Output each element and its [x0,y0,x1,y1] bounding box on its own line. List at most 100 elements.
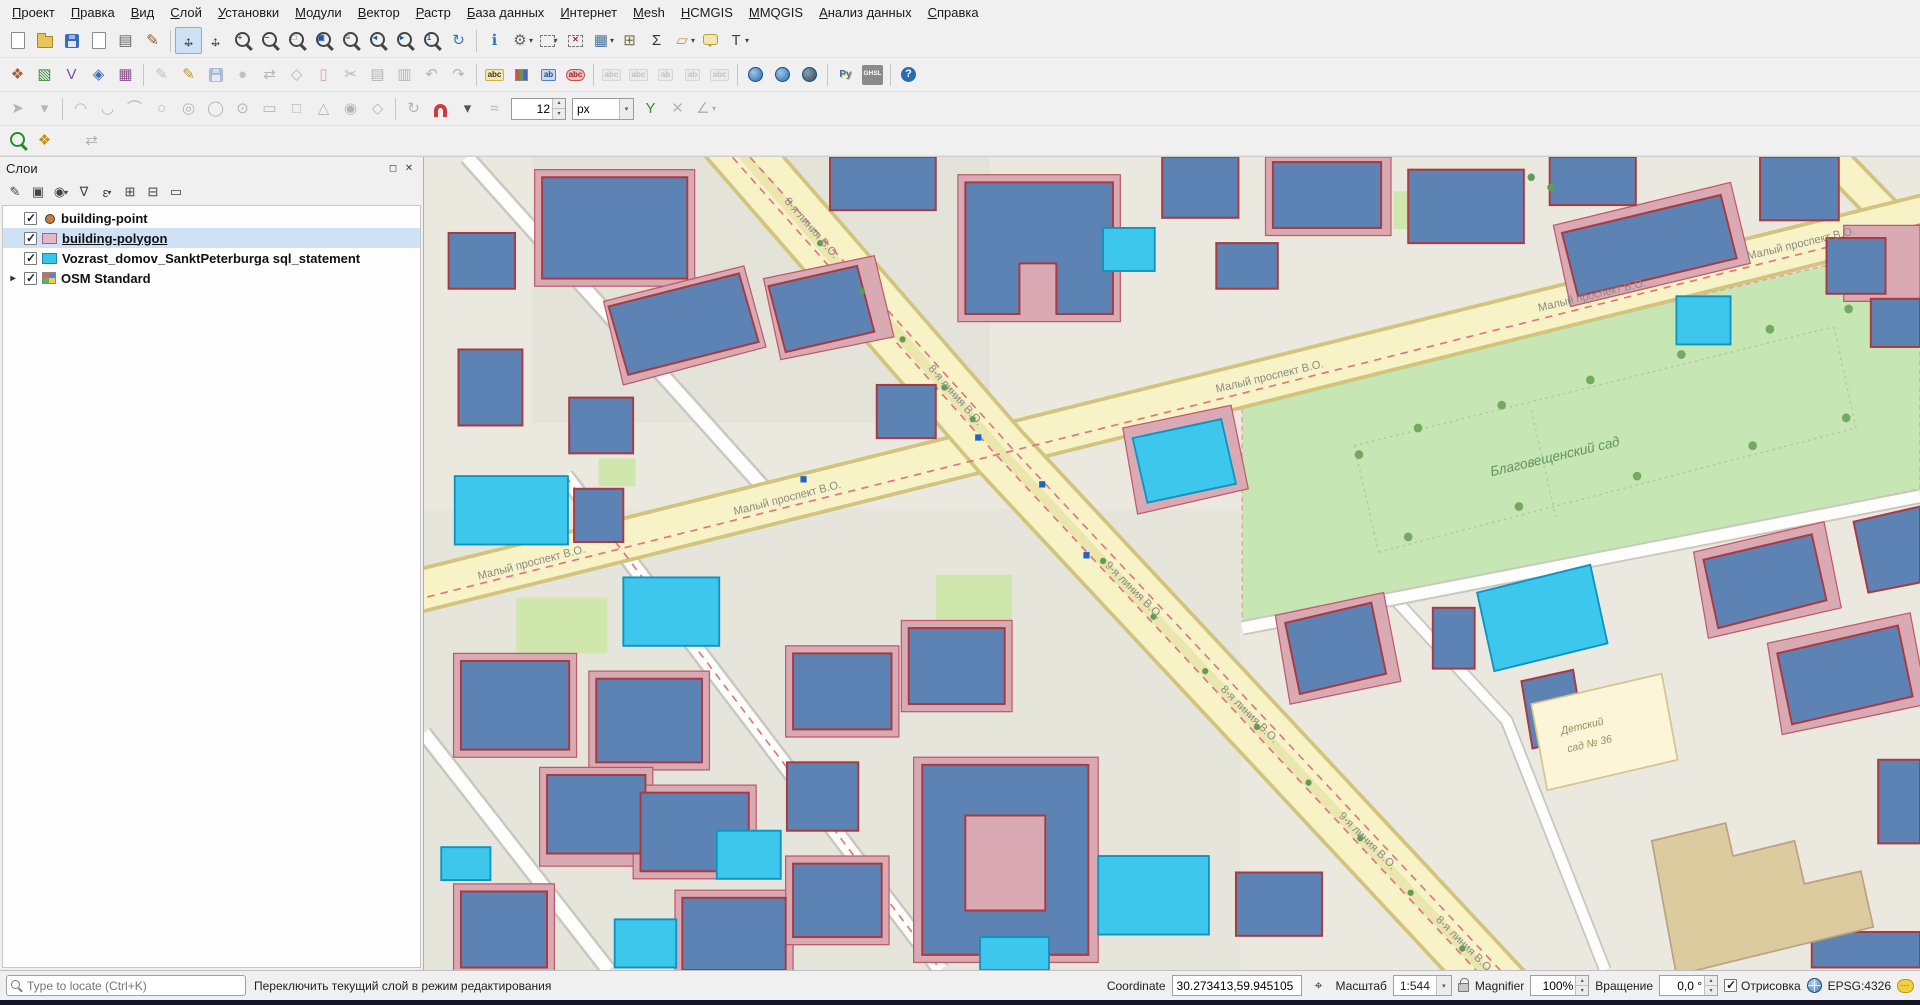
menu-database[interactable]: База данных [459,3,552,22]
layer-diagram-options-button[interactable] [508,61,535,88]
circle-3-points-button[interactable]: ◎ [175,95,202,122]
magnifier-input[interactable] [1531,976,1575,995]
current-edits-button[interactable]: ✎ [148,61,175,88]
identify-features-button[interactable]: ℹ [481,27,508,54]
layer-row-osm-standard[interactable]: ▸OSM Standard [3,268,420,288]
zoom-native-button[interactable]: 1 [418,27,445,54]
rectangle-3-points-button[interactable]: □ [283,95,310,122]
zoom-last-button[interactable]: ◂ [364,27,391,54]
menu-layer[interactable]: Слой [162,3,210,22]
field-calculator-button[interactable]: ⊞ [616,27,643,54]
open-attribute-table-button[interactable]: ▦▾ [589,27,616,54]
redo-button[interactable]: ↷ [445,61,472,88]
add-feature-button[interactable]: ● [229,61,256,88]
mmqgis-tools-button[interactable]: ❖ [31,127,58,154]
crs-label[interactable]: EPSG:4326 [1828,979,1891,993]
save-layer-edits-button[interactable] [202,61,229,88]
rotate-label-button[interactable]: ab [679,61,706,88]
new-virtual-layer-button[interactable]: ▦ [112,61,139,88]
map-canvas[interactable]: Малый проспект В.О.Малый проспект В.О.Ма… [424,157,1920,970]
map-tips-button[interactable] [697,27,724,54]
lock-icon[interactable] [1458,983,1469,992]
open-data-source-manager-button[interactable]: ❖ [4,61,31,88]
new-spatialite-layer-button[interactable]: ◈ [85,61,112,88]
delete-selected-button[interactable]: ▯ [310,61,337,88]
menu-view[interactable]: Вид [123,3,163,22]
undo-button[interactable]: ↶ [418,61,445,88]
globe-icon[interactable] [1807,978,1822,993]
help-contents-button[interactable]: ? [895,61,922,88]
extents-toggle-button[interactable]: ⌖ [1308,975,1330,997]
snapping-toggle-button[interactable] [427,95,454,122]
spin-arrows-icon[interactable]: ▴▾ [1704,976,1717,995]
cut-features-button[interactable]: ✂ [337,61,364,88]
magnifier-spin[interactable]: ▴▾ [1530,975,1589,996]
panel-close-button[interactable]: ✕ [401,160,417,176]
menu-web[interactable]: Интернет [552,3,625,22]
change-label-button[interactable]: abc [706,61,733,88]
locate-input[interactable] [27,979,241,993]
coordinate-input[interactable] [1172,975,1302,996]
layer-checkbox-osm-standard[interactable] [24,272,37,285]
pan-to-selection-button[interactable] [202,27,229,54]
circular-string-by-points-button[interactable]: ◠ [67,95,94,122]
new-print-layout-button[interactable] [85,27,112,54]
regular-polygon-button[interactable]: △ [310,95,337,122]
layer-row-vozrast-domov[interactable]: Vozrast_domov_SanktPeterburga sql_statem… [3,248,420,268]
pin-unpin-labels-button[interactable]: abc [598,61,625,88]
fill-annulus-button[interactable]: ◇ [364,95,391,122]
run-feature-action-button[interactable]: ⚙▾ [508,27,535,54]
python-console-button[interactable]: Py [832,61,859,88]
menu-help[interactable]: Справка [920,3,987,22]
spin-arrows-icon[interactable]: ▴▾ [1575,976,1588,995]
hcmgis-search-button[interactable] [4,127,31,154]
layer-checkbox-building-point[interactable] [24,212,37,225]
save-project-button[interactable] [58,27,85,54]
menu-edit[interactable]: Правка [63,3,123,22]
circular-string-by-radius-button[interactable]: ◡ [94,95,121,122]
expand-all-button[interactable]: ⊞ [119,181,141,203]
filter-legend-button[interactable]: ∇ [73,181,95,203]
layer-row-building-point[interactable]: building-point [3,208,420,228]
add-wms-service-button[interactable] [769,61,796,88]
ellipse-button[interactable]: ⊙ [229,95,256,122]
layer-row-building-polygon[interactable]: building-polygon [3,228,420,248]
snapping-options-button[interactable]: ▾ [454,95,481,122]
zoom-in-button[interactable]: + [229,27,256,54]
move-item-button[interactable]: ⇄ [78,127,105,154]
enable-tracing-button[interactable]: Y [637,95,664,122]
circle-by-center-button[interactable]: ◯ [202,95,229,122]
spin-arrows-icon[interactable]: ▴▾ [552,99,565,119]
rotation-input[interactable] [1660,976,1704,995]
messages-icon[interactable]: ⋯ [1897,979,1914,993]
paste-features-button[interactable]: ▥ [391,61,418,88]
select-features-button[interactable]: ▾ [535,27,562,54]
metasearch-button[interactable] [742,61,769,88]
statistical-summary-button[interactable]: Σ [643,27,670,54]
layer-checkbox-vozrast-domov[interactable] [24,252,37,265]
menu-mmqgis[interactable]: MMQGIS [741,3,811,22]
deselect-features-button[interactable]: ✕ [562,27,589,54]
refresh-map-button[interactable]: ↻ [445,27,472,54]
menu-hcmgis[interactable]: HCMGIS [673,3,741,22]
zoom-to-layer-button[interactable]: ≡ [337,27,364,54]
curve-by-arc-button[interactable]: ⌒ [121,95,148,122]
toggle-editing-button[interactable]: ✎ [175,61,202,88]
measure-line-button[interactable]: ▱▾ [670,27,697,54]
menu-data-analysis[interactable]: Анализ данных [811,3,920,22]
filter-by-expression-button[interactable]: ε▾ [96,181,118,203]
rectangle-2-points-button[interactable]: ▭ [256,95,283,122]
menu-mesh[interactable]: Mesh [625,3,673,22]
remove-tracing-button[interactable]: ✕ [664,95,691,122]
menu-settings[interactable]: Установки [210,3,287,22]
locate-box[interactable] [6,975,246,996]
new-geopackage-layer-button[interactable]: ▧ [31,61,58,88]
open-project-button[interactable] [31,27,58,54]
pinned-labels-highlight-button[interactable]: ab [535,61,562,88]
zoom-full-button[interactable]: □ [283,27,310,54]
web-catalog-button[interactable] [796,61,823,88]
layer-checkbox-building-polygon[interactable] [24,232,37,245]
offset-value-spinbox[interactable]: ▴▾ [511,98,566,120]
copy-features-button[interactable]: ▤ [364,61,391,88]
construction-angle-button[interactable]: ∠▾ [691,95,718,122]
